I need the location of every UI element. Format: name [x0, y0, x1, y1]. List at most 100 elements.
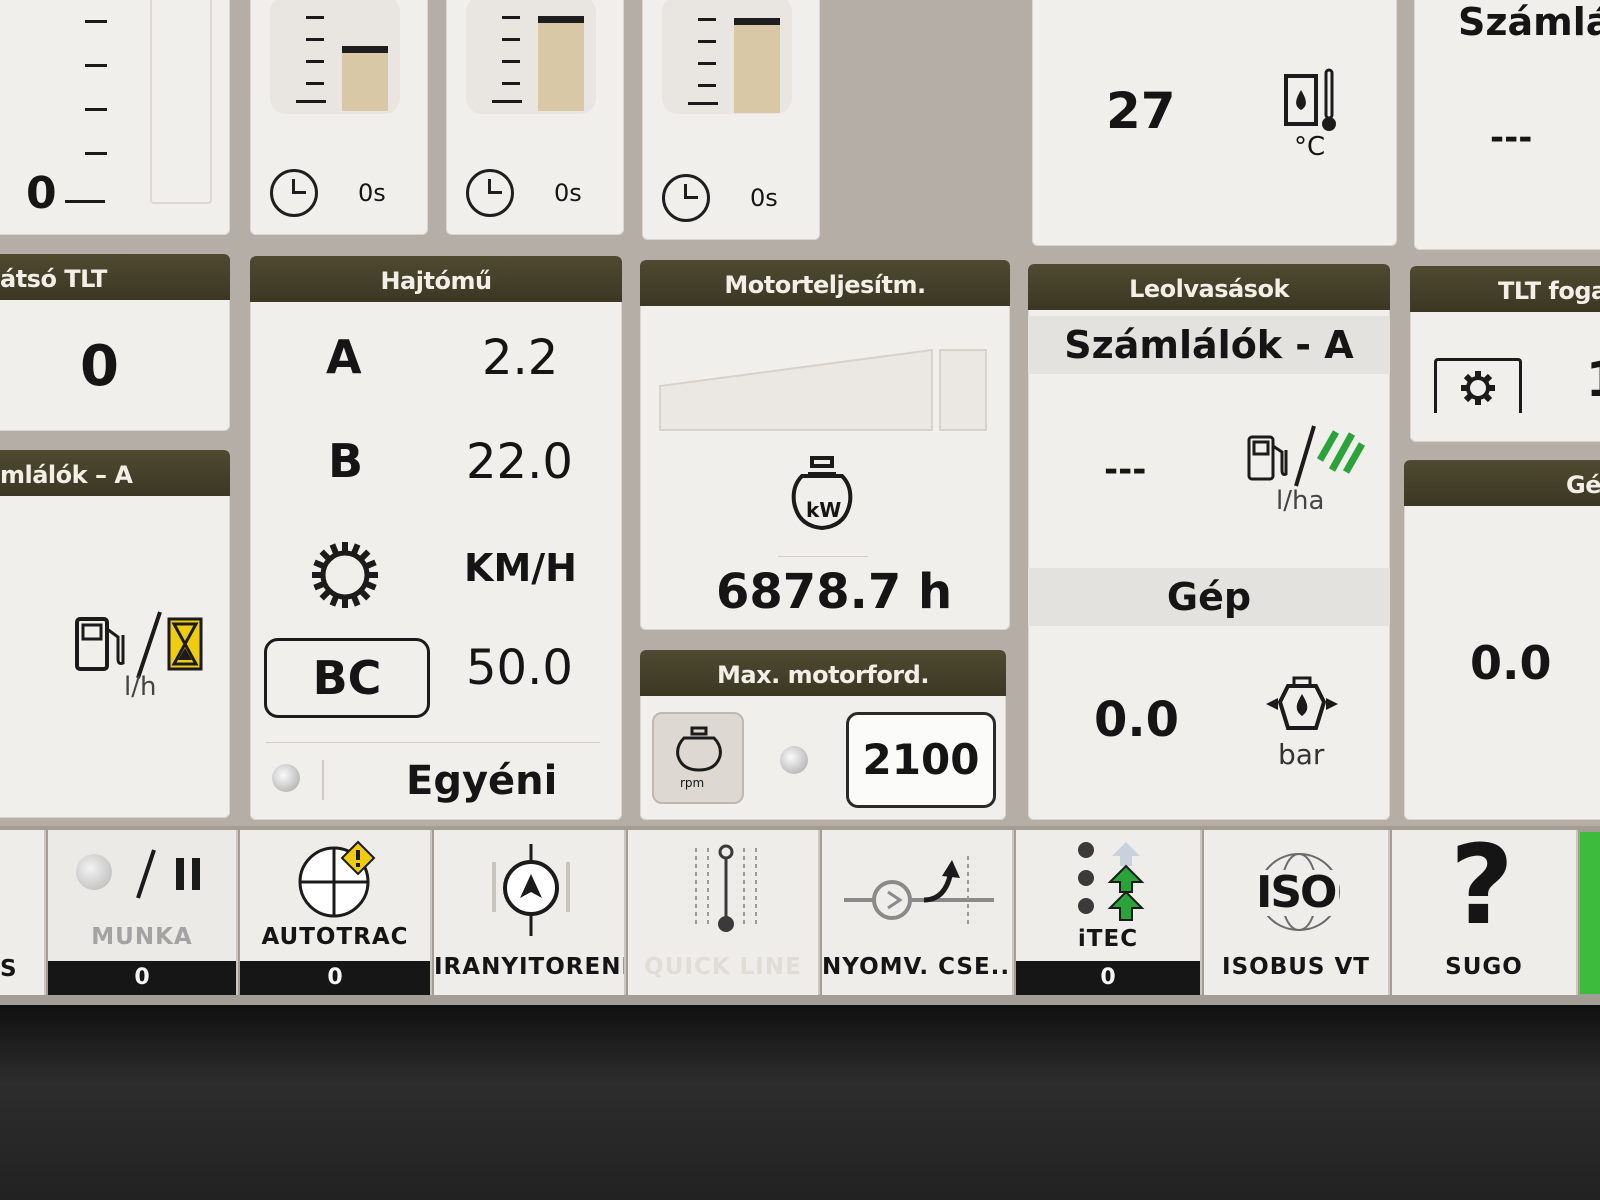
gear-icon: [1461, 371, 1495, 405]
pto-right-title: TLT foga: [1410, 266, 1600, 312]
readings-section-b: Gép: [1028, 568, 1390, 626]
steering-compass-icon: [492, 844, 570, 936]
clock-icon: [270, 169, 318, 217]
isobus-label: ISOBUS VT: [1222, 954, 1370, 980]
oil-temp-unit: °C: [1294, 132, 1326, 162]
display-bezel: [0, 1005, 1600, 1200]
shortcut-nyomv[interactable]: NYOMV. CSE...: [822, 830, 1014, 995]
gauge-tick: [65, 200, 105, 203]
tile-scv-2[interactable]: 0s: [446, 0, 624, 235]
quickline-label: QUICK LINE: [644, 954, 802, 980]
area-hatch-icon: [1316, 430, 1366, 474]
counters-left-unit: l/h: [124, 672, 157, 702]
scv-gauge-2: [466, 0, 596, 114]
tile-readings[interactable]: Leolvasások Számlálók - A --- l/ha Gép 0…: [1028, 264, 1390, 820]
transmission-status-led: [272, 764, 300, 792]
gauge-zero-label: 0: [26, 168, 57, 219]
bc-label: BC: [312, 651, 382, 705]
transmission-title: Hajtómű: [250, 256, 622, 302]
autotrac-counter: 0: [240, 961, 430, 995]
gear-bc-value: 50.0: [466, 640, 573, 696]
itec-label: iTEC: [1077, 926, 1139, 952]
quickline-icon: [695, 844, 757, 932]
tile-max-rpm[interactable]: Max. motorford. rpm 2100: [640, 650, 1006, 820]
shortcut-iranyito[interactable]: IRANYITOREND: [434, 830, 626, 995]
speed-unit: KM/H: [464, 546, 577, 590]
timer-value: 0s: [358, 179, 386, 207]
scv-timer-1: 0s: [270, 169, 386, 217]
iranyito-label: IRANYITOREND: [434, 954, 624, 980]
gear-b-label: B: [328, 434, 364, 488]
power-load-bar: [659, 348, 987, 431]
scv-level-bar: [538, 16, 584, 111]
led-separator: [322, 760, 324, 800]
gear-b-value: 22.0: [466, 434, 573, 490]
engine-power-title: Motorteljesítm.: [640, 260, 1010, 306]
engine-hours: 6878.7 h: [716, 564, 953, 620]
scv-gauge-1: [270, 0, 400, 114]
speed-gear-icon[interactable]: [312, 542, 378, 608]
munka-counter: 0: [48, 961, 236, 995]
counters-left-title: mlálók – A: [0, 450, 230, 496]
tile-scv-3[interactable]: 0s: [642, 0, 820, 240]
gauge-tick: [85, 108, 107, 111]
tile-engine-power[interactable]: Motorteljesítm. kW 6878.7 h: [640, 260, 1010, 630]
scv-timer-2: 0s: [466, 169, 582, 217]
tile-gauge-left[interactable]: 0: [0, 0, 230, 235]
help-question-icon: ?: [1450, 821, 1514, 949]
slash-divider: [136, 611, 162, 679]
readings-title: Leolvasások: [1028, 264, 1390, 310]
oil-temp-value: 27: [1106, 82, 1176, 140]
readings-value-a: ---: [1104, 450, 1147, 490]
scv-timer-3: 0s: [662, 174, 778, 222]
gauge-tick: [85, 64, 107, 67]
tile-transmission[interactable]: Hajtómű A 2.2 B 22.0 KM/H BC 50.0 Egyéni: [250, 256, 622, 820]
readings-unit-a: l/ha: [1276, 486, 1325, 516]
timer-value: 0s: [554, 179, 582, 207]
machine-right-value: 0.0: [1470, 636, 1552, 690]
gauge-track: [150, 0, 212, 204]
tile-counters-top-right[interactable]: Számlá ---: [1414, 0, 1600, 250]
pause-icon: [136, 849, 200, 899]
max-rpm-title: Max. motorford.: [640, 650, 1006, 696]
max-rpm-led: [780, 746, 808, 774]
readings-value-b: 0.0: [1094, 692, 1180, 748]
left-edge-label: S: [0, 956, 18, 982]
shortcut-sugo[interactable]: ? SUGO: [1392, 830, 1578, 995]
machine-right-title: Gép: [1404, 460, 1600, 506]
shortcut-quickline[interactable]: QUICK LINE: [628, 830, 820, 995]
fuel-pump-icon: [1247, 435, 1288, 481]
shortcut-munka[interactable]: MUNKA 0: [48, 830, 238, 995]
transmission-divider: [266, 742, 600, 743]
itec-sequence-icon: [1078, 842, 1145, 921]
rpm-icon-button[interactable]: rpm: [652, 712, 744, 804]
scv-level-bar: [734, 18, 780, 113]
tile-counters-left[interactable]: mlálók – A l/h: [0, 450, 230, 818]
autotrac-crosshair-icon: [298, 840, 376, 918]
tile-pto-right[interactable]: TLT foga 1: [1410, 266, 1600, 442]
engine-divider: [778, 556, 868, 557]
engine-kw-label: kW: [806, 498, 842, 522]
shortcut-isobus[interactable]: ISO ISOBUS VT: [1204, 830, 1390, 995]
oil-temperature-icon: [1284, 68, 1336, 131]
gear-a-value: 2.2: [482, 330, 559, 386]
tile-machine-right[interactable]: Gép 0.0: [1404, 460, 1600, 820]
scv-gauge-3: [662, 0, 792, 114]
shortcut-itec[interactable]: iTEC 0: [1016, 830, 1202, 995]
max-rpm-value-box[interactable]: 2100: [846, 712, 996, 808]
gear-a-label: A: [326, 330, 362, 384]
tile-rear-pto[interactable]: átsó TLT 0: [0, 254, 230, 431]
hourglass-icon: [167, 617, 203, 671]
shortcut-left-edge[interactable]: S: [0, 830, 46, 995]
display-screen: 0 0s 0s 0s 27 °C Számlá --- átsó TLT 0 m…: [0, 0, 1600, 1005]
shortcut-autotrac[interactable]: AUTOTRAC 0: [240, 830, 432, 995]
iso-logo-text: ISO: [1252, 870, 1340, 916]
tile-scv-1[interactable]: 0s: [250, 0, 428, 235]
scv-level-bar: [342, 46, 388, 111]
bc-button[interactable]: BC: [264, 638, 430, 718]
pto-settings-button[interactable]: [1434, 358, 1522, 413]
clock-icon: [466, 169, 514, 217]
tile-oil-temp[interactable]: 27 °C: [1032, 0, 1397, 246]
green-side-tab[interactable]: [1580, 832, 1600, 994]
fuel-pump-icon: [75, 617, 125, 671]
